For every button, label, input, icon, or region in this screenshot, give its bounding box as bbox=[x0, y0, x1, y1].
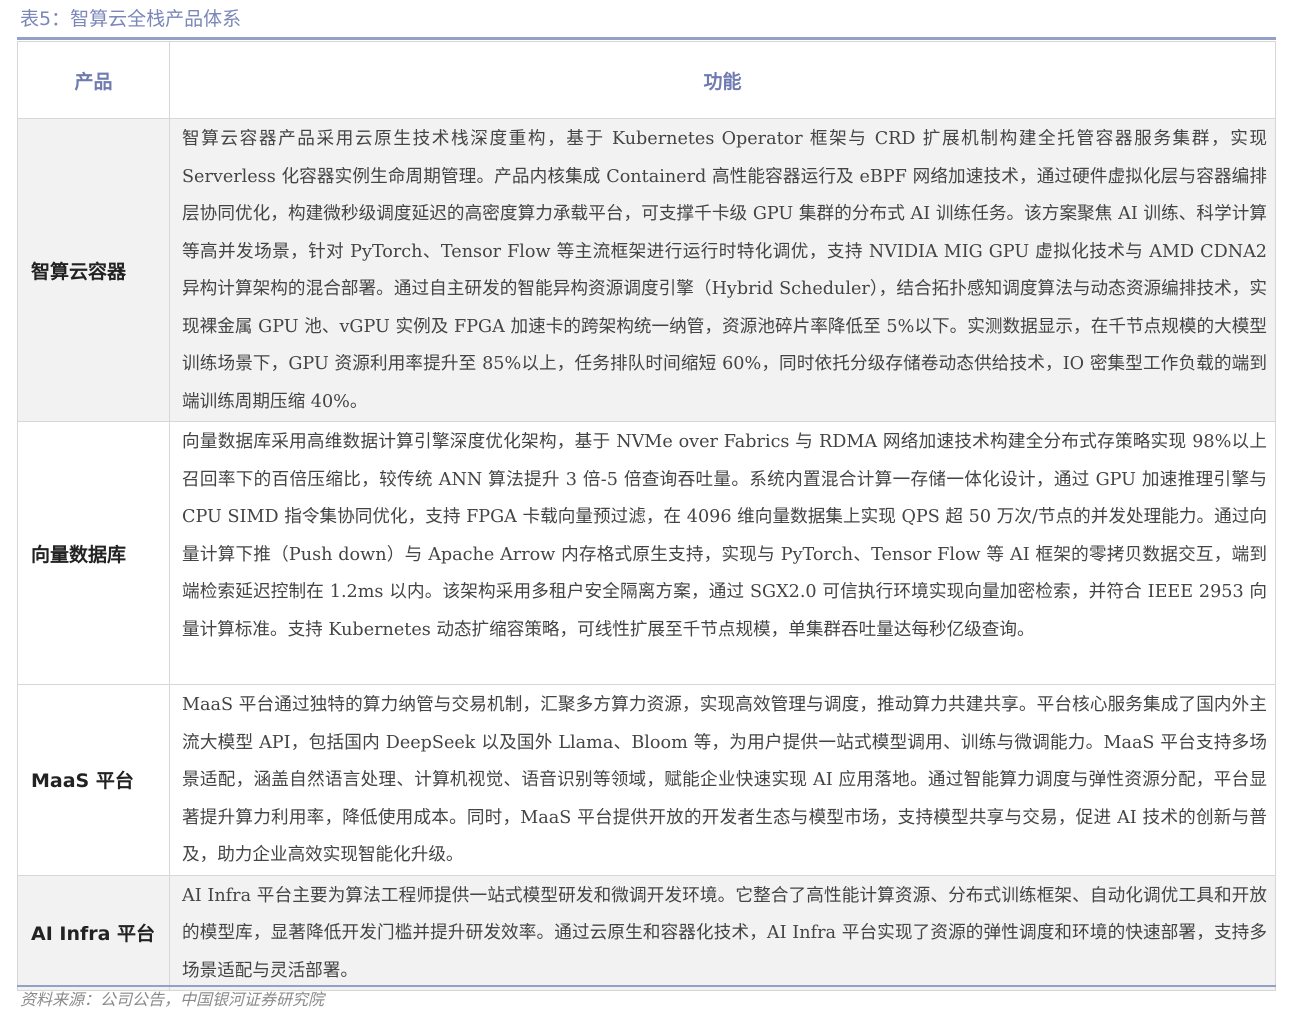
product-description: 向量数据库采用高维数据计算引擎深度优化架构，基于 NVMe over Fabri… bbox=[169, 421, 1276, 685]
header-function: 功能 bbox=[169, 41, 1276, 119]
product-name: AI Infra 平台 bbox=[17, 874, 170, 991]
product-name: MaaS 平台 bbox=[17, 684, 170, 876]
product-name: 智算云容器 bbox=[17, 118, 170, 422]
product-name: 向量数据库 bbox=[17, 421, 170, 685]
table-row: 向量数据库 向量数据库采用高维数据计算引擎深度优化架构，基于 NVMe over… bbox=[17, 421, 1276, 685]
product-description: MaaS 平台通过独特的算力纳管与交易机制，汇聚多方算力资源，实现高效管理与调度… bbox=[169, 684, 1276, 876]
bottom-rule bbox=[17, 985, 1276, 987]
table-row: 智算云容器 智算云容器产品采用云原生技术栈深度重构，基于 Kubernetes … bbox=[17, 118, 1276, 422]
table-row: AI Infra 平台 AI Infra 平台主要为算法工程师提供一站式模型研发… bbox=[17, 874, 1276, 991]
top-rule bbox=[17, 37, 1276, 40]
product-description: AI Infra 平台主要为算法工程师提供一站式模型研发和微调开发环境。它整合了… bbox=[169, 874, 1276, 991]
table-row: MaaS 平台 MaaS 平台通过独特的算力纳管与交易机制，汇聚多方算力资源，实… bbox=[17, 684, 1276, 876]
product-description: 智算云容器产品采用云原生技术栈深度重构，基于 Kubernetes Operat… bbox=[169, 118, 1276, 422]
table-caption: 表5：智算云全栈产品体系 bbox=[20, 8, 242, 30]
source-note: 资料来源：公司公告，中国银河证券研究院 bbox=[20, 990, 325, 1009]
header-product: 产品 bbox=[17, 41, 170, 119]
product-table: 产品 功能 智算云容器 智算云容器产品采用云原生技术栈深度重构，基于 Kuber… bbox=[17, 41, 1276, 991]
table-header-row: 产品 功能 bbox=[17, 41, 1276, 119]
